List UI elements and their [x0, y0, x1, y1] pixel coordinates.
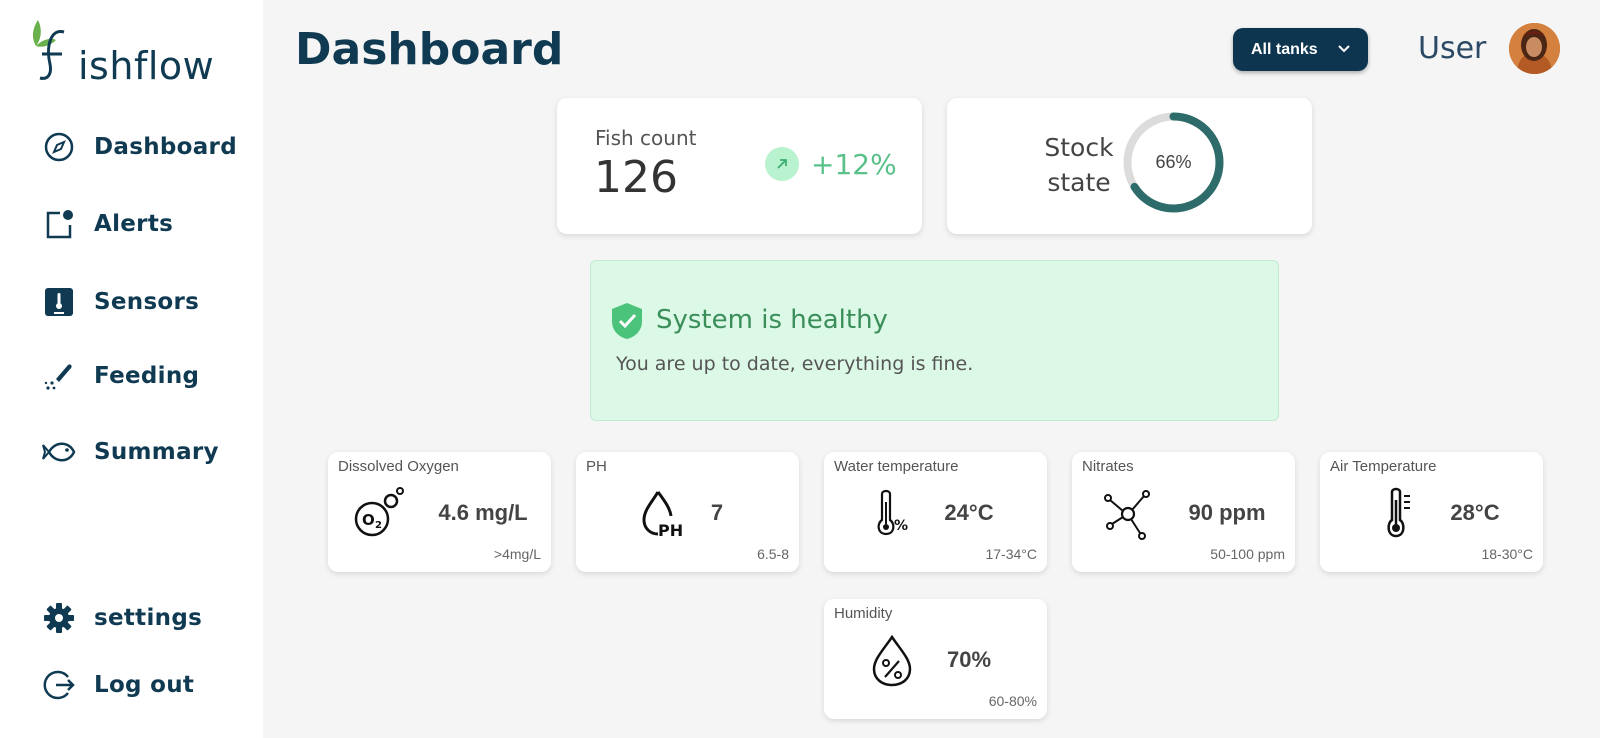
sidebar-item-summary[interactable]: Summary: [40, 432, 240, 472]
sidebar-item-feeding[interactable]: Feeding: [40, 356, 240, 396]
oxygen-icon: O2: [350, 486, 406, 542]
compass-icon: [40, 128, 78, 166]
sensor-range: >4mg/L: [493, 546, 541, 562]
health-title: System is healthy: [656, 305, 888, 335]
stock-state-label-line1: Stock: [1044, 133, 1114, 162]
sensor-card-humidity[interactable]: Humidity 70% 60-80%: [824, 599, 1047, 719]
svg-text:O: O: [362, 511, 375, 529]
sensor-card-ph[interactable]: PH PH 7 6.5-8: [576, 452, 799, 572]
fish-icon: [40, 433, 78, 471]
fish-count-label: Fish count: [595, 126, 697, 150]
sidebar-item-settings[interactable]: settings: [40, 598, 240, 638]
sensor-range: 18-30°C: [1481, 546, 1533, 562]
avatar[interactable]: [1509, 23, 1560, 74]
stock-state-percent: 66%: [1155, 152, 1192, 172]
sensor-range: 17-34°C: [985, 546, 1037, 562]
svg-text:2: 2: [375, 520, 382, 531]
user-name[interactable]: User: [1418, 31, 1486, 66]
chevron-down-icon: [1338, 45, 1350, 53]
sensor-title: Nitrates: [1082, 458, 1134, 475]
sensor-value: 28°C: [1450, 500, 1500, 525]
sensor-range: 50-100 ppm: [1210, 546, 1285, 562]
trend-up-icon: [765, 147, 799, 181]
sidebar-item-label: Alerts: [94, 211, 174, 237]
fish-count-trend: +12%: [811, 148, 897, 181]
health-message: You are up to date, everything is fine.: [616, 353, 974, 375]
sensor-card-water-temperature[interactable]: Water temperature % 24°C 17-34°C: [824, 452, 1047, 572]
sensor-value: 4.6 mg/L: [438, 500, 528, 525]
water-temperature-icon: %: [864, 486, 920, 542]
thermometer-icon: [1370, 486, 1426, 542]
sensor-title: PH: [586, 458, 607, 475]
sensor-range: 60-80%: [988, 693, 1037, 709]
molecule-icon: [1100, 486, 1156, 542]
page-title: Dashboard: [295, 24, 564, 75]
feeding-icon: [40, 357, 78, 395]
stock-state-card: Stock state 66%: [947, 98, 1312, 234]
sidebar-item-dashboard[interactable]: Dashboard: [40, 127, 240, 167]
sidebar-item-label: Sensors: [94, 289, 200, 315]
sensor-value: 7: [710, 500, 724, 525]
logout-icon: [40, 666, 78, 704]
sensor-title: Dissolved Oxygen: [338, 458, 459, 475]
sidebar-item-label: Feeding: [94, 363, 200, 389]
sensor-title: Water temperature: [834, 458, 959, 475]
sensor-range: 6.5-8: [757, 546, 789, 562]
fish-count-card: Fish count 126 +12%: [557, 98, 922, 234]
sensor-card-air-temperature[interactable]: Air Temperature 28°C 18-30°C: [1320, 452, 1543, 572]
sidebar-item-label: Summary: [94, 439, 219, 465]
tank-select-value: All tanks: [1251, 40, 1318, 58]
sensor-title: Humidity: [834, 605, 893, 622]
stock-state-label: Stock state: [1034, 130, 1124, 200]
sensor-value: 24°C: [944, 500, 994, 525]
sidebar: ishflow Dashboard Alerts Sensors Feeding…: [0, 0, 263, 738]
fish-count-value: 126: [594, 152, 678, 203]
sidebar-item-alerts[interactable]: Alerts: [40, 204, 240, 244]
stock-state-label-line2: state: [1047, 168, 1111, 197]
shield-check-icon: [612, 303, 642, 339]
sidebar-item-label: settings: [94, 605, 203, 631]
sensor-value: 70%: [946, 647, 992, 672]
humidity-drop-icon: [864, 633, 920, 689]
sidebar-item-logout[interactable]: Log out: [40, 665, 240, 705]
alert-notification-icon: [40, 205, 78, 243]
system-health-banner: System is healthy You are up to date, ev…: [590, 260, 1279, 421]
gear-icon: [40, 599, 78, 637]
sidebar-item-label: Log out: [94, 672, 195, 698]
sensor-card-dissolved-oxygen[interactable]: Dissolved Oxygen O2 4.6 mg/L >4mg/L: [328, 452, 551, 572]
sensor-value: 90 ppm: [1188, 500, 1266, 525]
svg-text:%: %: [894, 518, 908, 534]
brand-logo[interactable]: ishflow: [28, 18, 218, 88]
sidebar-item-sensors[interactable]: Sensors: [40, 282, 240, 322]
brand-name: ishflow: [78, 44, 215, 88]
sensor-title: Air Temperature: [1330, 458, 1437, 475]
sensor-card-nitrates[interactable]: Nitrates 90 ppm 50-100 ppm: [1072, 452, 1295, 572]
tank-select-dropdown[interactable]: All tanks: [1233, 28, 1368, 71]
sidebar-item-label: Dashboard: [94, 134, 237, 160]
sensor-icon: [40, 283, 78, 321]
